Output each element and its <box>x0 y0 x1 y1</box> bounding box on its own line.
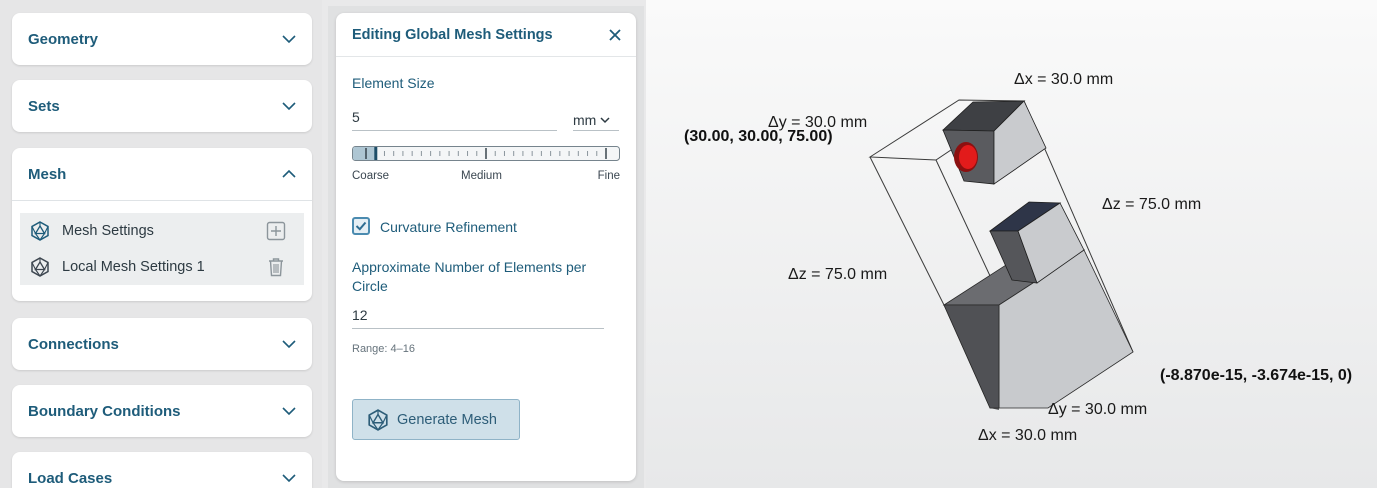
mesh-icon <box>31 221 49 241</box>
chevron-up-icon[interactable] <box>282 167 296 181</box>
section-load-cases[interactable]: Load Cases <box>12 452 312 488</box>
mesh-settings-panel: Editing Global Mesh Settings Element Siz… <box>336 13 636 481</box>
section-sets-label: Sets <box>28 97 60 115</box>
dimension-dz-right: Δz = 75.0 mm <box>1102 196 1202 213</box>
generate-mesh-button[interactable]: Generate Mesh <box>352 399 520 440</box>
dimension-dx-bottom: Δx = 30.0 mm <box>978 427 1078 444</box>
coordinate-top: (30.00, 30.00, 75.00) <box>684 128 833 145</box>
mesh-icon <box>31 257 49 277</box>
section-load-cases-label: Load Cases <box>28 469 113 487</box>
panel-title: Editing Global Mesh Settings <box>352 26 553 43</box>
section-mesh[interactable]: Mesh Mesh Settings Local Mesh Settings 1 <box>12 148 312 301</box>
mesh-icon <box>368 408 388 431</box>
unit-value: mm <box>573 111 597 128</box>
dimension-dx-top: Δx = 30.0 mm <box>1014 71 1114 88</box>
chevron-down-icon[interactable] <box>282 404 296 418</box>
section-connections[interactable]: Connections <box>12 318 312 370</box>
chevron-down-icon <box>600 116 610 123</box>
mesh-item-local-mesh-settings[interactable]: Local Mesh Settings 1 <box>20 249 304 285</box>
element-size-label: Element Size <box>352 75 435 91</box>
section-boundary-conditions-label: Boundary Conditions <box>28 402 181 420</box>
generate-mesh-label: Generate Mesh <box>397 411 497 428</box>
slider-thumb[interactable] <box>374 147 378 160</box>
close-icon[interactable] <box>608 28 622 42</box>
mesh-item-mesh-settings[interactable]: Mesh Settings <box>20 213 304 249</box>
chevron-down-icon[interactable] <box>282 471 296 485</box>
section-boundary-conditions[interactable]: Boundary Conditions <box>12 385 312 437</box>
curvature-checkbox[interactable] <box>352 217 370 235</box>
slider-label-fine: Fine <box>597 170 620 182</box>
mesh-item-label: Mesh Settings <box>62 223 154 239</box>
element-size-slider[interactable] <box>352 145 620 163</box>
block-front-left-outline <box>943 304 1000 409</box>
chevron-down-icon[interactable] <box>282 99 296 113</box>
mesh-item-label: Local Mesh Settings 1 <box>62 259 205 275</box>
slider-fill <box>353 147 376 160</box>
hole-icon[interactable] <box>959 145 977 169</box>
section-geometry-label: Geometry <box>28 30 99 48</box>
section-mesh-label: Mesh <box>28 165 67 183</box>
curvature-label: Curvature Refinement <box>380 219 517 235</box>
check-icon <box>355 221 367 231</box>
section-geometry[interactable]: Geometry <box>12 13 312 65</box>
range-hint: Range: 4–16 <box>352 343 415 355</box>
elements-per-circle-input[interactable] <box>352 305 604 329</box>
section-connections-label: Connections <box>28 335 119 353</box>
3d-viewport[interactable]: Δx = 30.0 mm Δy = 30.0 mm (30.00, 30.00,… <box>646 0 1377 488</box>
trash-icon[interactable] <box>266 257 286 277</box>
dimension-dy-bottom: Δy = 30.0 mm <box>1048 401 1148 418</box>
section-sets[interactable]: Sets <box>12 80 312 132</box>
slider-label-coarse: Coarse <box>352 170 390 182</box>
coordinate-bottom: (-8.870e-15, -3.674e-15, 0) <box>1160 367 1353 384</box>
element-size-input[interactable] <box>352 107 557 131</box>
unit-select[interactable]: mm <box>573 109 619 131</box>
chevron-down-icon[interactable] <box>282 337 296 351</box>
dimension-dz-left: Δz = 75.0 mm <box>788 266 888 283</box>
chevron-down-icon[interactable] <box>282 32 296 46</box>
slider-label-medium: Medium <box>461 170 502 182</box>
part-model[interactable] <box>646 0 1377 488</box>
elements-per-circle-label: Approximate Number of Elements per Circl… <box>352 259 587 294</box>
sidebar: Geometry Sets Mesh Mesh Settings Local M… <box>0 0 322 488</box>
add-icon[interactable] <box>266 221 286 241</box>
